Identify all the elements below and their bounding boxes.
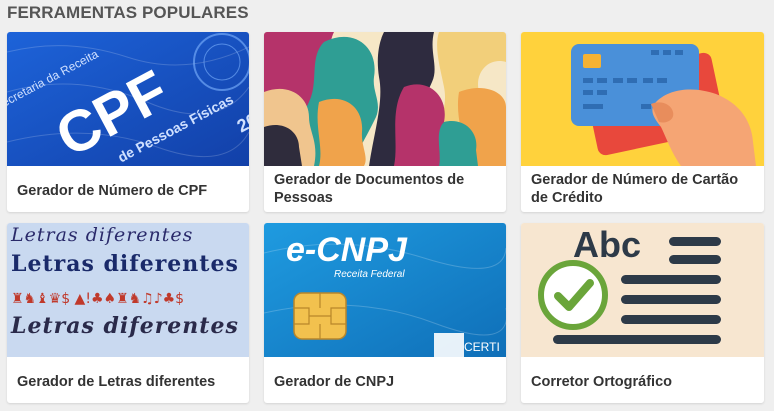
- certi-text: CERTI: [464, 340, 500, 354]
- popular-tools-section: FERRAMENTAS POPULARES Secretaria da Rece…: [0, 0, 774, 411]
- tool-card-label: Gerador de Letras diferentes: [17, 373, 216, 390]
- tool-card-cpf[interactable]: Secretaria da Receita CPF de Pessoas Fís…: [7, 32, 249, 212]
- ecnpj-sub-text: Receita Federal: [334, 269, 405, 280]
- tool-card-label: Gerador de Número de CPF: [17, 182, 208, 199]
- fancy-letters-image: Letras diferentes Letras diferentes ♜♞♝♛…: [7, 223, 249, 357]
- tool-card-letras-diferentes[interactable]: Letras diferentes Letras diferentes ♜♞♝♛…: [7, 223, 249, 403]
- tool-card-corretor-ortografico[interactable]: Abc Corretor Ortográfico: [521, 223, 764, 403]
- tool-card-label: Gerador de Documentos de Pessoas: [274, 172, 465, 206]
- spellcheck-image: Abc: [521, 223, 764, 357]
- letras-line-1: Letras diferentes: [10, 224, 193, 246]
- credit-card-image: [521, 32, 764, 166]
- letras-line-3: Letras diferentes: [10, 313, 239, 339]
- tool-card-label: Corretor Ortográfico: [531, 373, 672, 390]
- section-title: FERRAMENTAS POPULARES: [7, 3, 249, 22]
- cpf-card-image: Secretaria da Receita CPF de Pessoas Fís…: [7, 32, 249, 166]
- emoji-row: ♜♞♝♛$ ▲!♣♠♜♞♫♪♣$: [11, 291, 184, 307]
- tools-grid: Secretaria da Receita CPF de Pessoas Fís…: [7, 32, 764, 403]
- abc-text: Abc: [573, 224, 641, 265]
- tool-card-documentos-pessoas[interactable]: Gerador de Documentos de Pessoas: [264, 32, 506, 212]
- letras-line-2: Letras diferentes: [11, 251, 239, 277]
- ecnpj-card-image: e-CNPJ Receita Federal CERTI: [264, 223, 506, 357]
- tool-card-label: Gerador de CNPJ: [274, 373, 395, 390]
- people-silhouettes-image: [264, 32, 506, 166]
- ecnpj-big-text: e-CNPJ: [286, 231, 408, 269]
- tool-card-label: Gerador de Número de Cartão de Crédito: [531, 172, 739, 206]
- tool-card-cnpj[interactable]: e-CNPJ Receita Federal CERTI Gerador de …: [264, 223, 506, 403]
- checkmark-icon: [538, 260, 608, 330]
- tool-card-cartao-credito[interactable]: Gerador de Número de Cartão de Crédito: [521, 32, 764, 212]
